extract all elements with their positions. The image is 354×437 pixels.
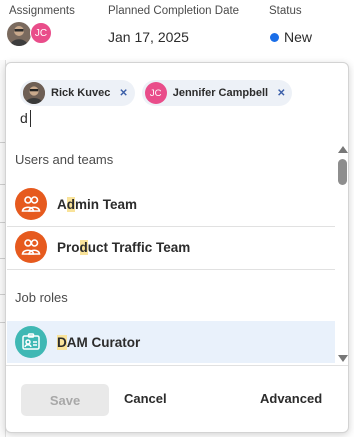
save-button[interactable]: Save (21, 384, 109, 416)
avatar (23, 82, 45, 104)
status-value[interactable]: New (284, 29, 312, 45)
chip-label: Rick Kuvec (51, 87, 111, 99)
scroll-down-arrow-icon[interactable] (338, 355, 348, 362)
section-label-users-teams: Users and teams (15, 152, 114, 167)
job-role-icon (15, 326, 47, 358)
list-item-dam-curator[interactable]: DAM Curator (7, 321, 335, 363)
search-match-highlight: d (66, 196, 75, 212)
scrollbar-thumb[interactable] (338, 159, 347, 185)
assignee-avatar-initials[interactable]: JC (30, 22, 52, 44)
list-item-admin-team[interactable]: Admin Team (7, 183, 335, 225)
scroll-up-arrow-icon[interactable] (338, 146, 348, 153)
completion-date-value[interactable]: Jan 17, 2025 (108, 29, 189, 45)
text-caret (30, 110, 31, 127)
team-icon (15, 231, 47, 263)
chip-label: Jennifer Campbell (172, 87, 269, 99)
section-label-job-roles: Job roles (15, 290, 68, 305)
assignee-chip-jennifer-campbell: JC Jennifer Campbell ✕ (141, 80, 293, 106)
advanced-button[interactable]: Advanced (260, 391, 322, 406)
list-item-label: Product Traffic Team (57, 239, 191, 255)
team-icon (15, 188, 47, 220)
list-item-label: DAM Curator (57, 334, 141, 350)
close-icon[interactable]: ✕ (119, 88, 127, 99)
avatar: JC (144, 82, 167, 104)
status-label: Status (269, 5, 302, 17)
task-header: Assignments JC Planned Completion Date J… (0, 0, 354, 62)
search-match-highlight: D (57, 334, 67, 350)
assignee-search-input[interactable] (20, 108, 320, 128)
assignments-label: Assignments (9, 5, 75, 17)
assignee-avatar-photo[interactable] (7, 22, 31, 46)
close-icon[interactable]: ✕ (277, 88, 285, 99)
assignment-picker-popover: Rick Kuvec ✕ JC Jennifer Campbell ✕ User… (5, 62, 349, 433)
divider (7, 269, 335, 270)
selected-assignees: Rick Kuvec ✕ JC Jennifer Campbell ✕ (20, 80, 293, 106)
completion-date-label: Planned Completion Date (108, 5, 240, 17)
assignee-chip-rick-kuvec: Rick Kuvec ✕ (20, 80, 135, 106)
cancel-button[interactable]: Cancel (124, 391, 167, 406)
popover-footer: Save Cancel Advanced (6, 365, 348, 432)
status-dot (270, 33, 279, 42)
list-item-product-traffic-team[interactable]: Product Traffic Team (7, 226, 335, 268)
list-item-label: Admin Team (57, 196, 138, 212)
search-match-highlight: d (79, 239, 88, 255)
